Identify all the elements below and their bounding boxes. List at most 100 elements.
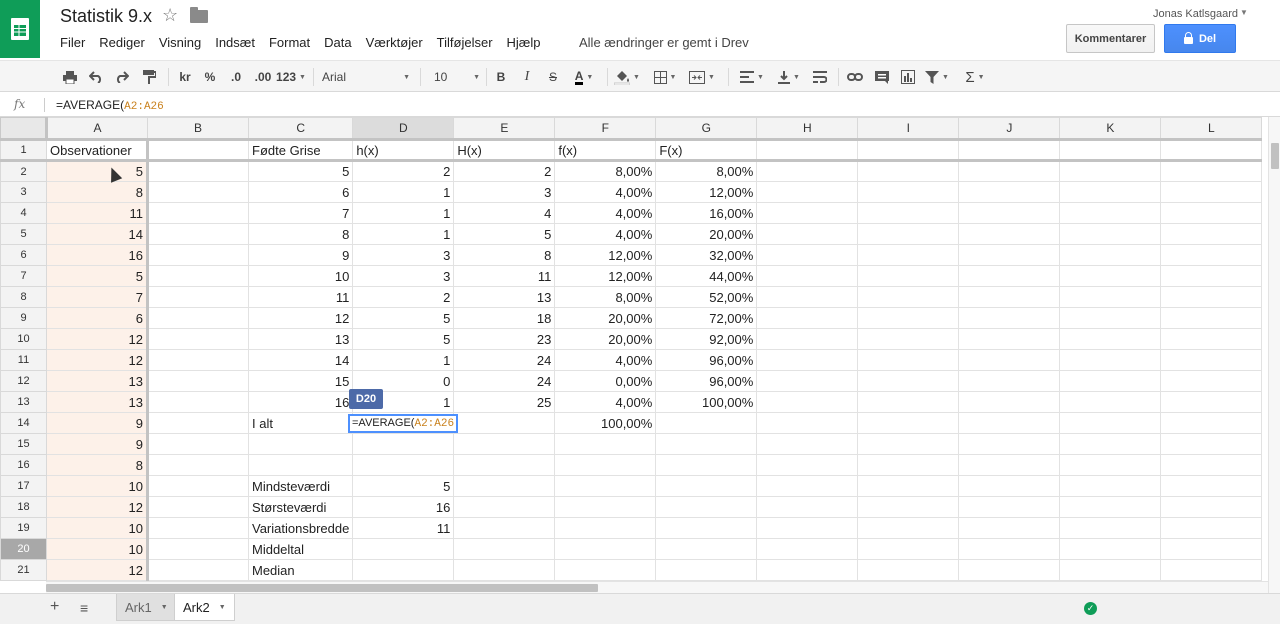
- cell-l10[interactable]: [1160, 328, 1263, 350]
- cell-c9[interactable]: 12: [247, 307, 354, 329]
- cell-g20[interactable]: [655, 538, 758, 560]
- cell-j5[interactable]: [958, 223, 1061, 245]
- cell-a3[interactable]: 8: [46, 181, 149, 203]
- row-header[interactable]: 12: [0, 370, 47, 392]
- cell-b15[interactable]: [147, 433, 249, 455]
- cell-g15[interactable]: [655, 433, 758, 455]
- cell-e16[interactable]: [453, 454, 556, 476]
- cell-a12[interactable]: 13: [46, 370, 149, 392]
- cell-f13[interactable]: 4,00%: [554, 391, 657, 413]
- menu-file[interactable]: Filer: [60, 35, 85, 51]
- cell-l2[interactable]: [1160, 160, 1263, 182]
- cell-l19[interactable]: [1160, 517, 1263, 539]
- cell-l8[interactable]: [1160, 286, 1263, 308]
- cell-k21[interactable]: [1059, 559, 1162, 581]
- font-family-dropdown[interactable]: Arial ▼: [322, 68, 410, 86]
- cell-c11[interactable]: 14: [247, 349, 354, 371]
- cell-e5[interactable]: 5: [453, 223, 556, 245]
- currency-format-button[interactable]: kr: [176, 68, 194, 86]
- cell-d15[interactable]: [352, 433, 455, 455]
- cell-l5[interactable]: [1160, 223, 1263, 245]
- align-left-icon[interactable]: ▼: [737, 68, 767, 86]
- merge-icon[interactable]: ▼: [686, 68, 718, 86]
- account-caret-icon[interactable]: ▼: [1240, 8, 1248, 17]
- cell-i20[interactable]: [857, 538, 960, 560]
- cell-a2[interactable]: 5: [46, 160, 149, 182]
- cell-d11[interactable]: 1: [352, 349, 455, 371]
- cell-i19[interactable]: [857, 517, 960, 539]
- cell-f21[interactable]: [554, 559, 657, 581]
- cell-a10[interactable]: 12: [46, 328, 149, 350]
- decrease-decimal-button[interactable]: .0: [226, 68, 246, 86]
- increase-decimal-button[interactable]: .00: [252, 68, 274, 86]
- column-header-e[interactable]: E: [453, 117, 556, 141]
- cell-f16[interactable]: [554, 454, 657, 476]
- cell-a17[interactable]: 10: [46, 475, 149, 497]
- cell-g16[interactable]: [655, 454, 758, 476]
- menu-format[interactable]: Format: [269, 35, 310, 51]
- horizontal-scrollbar[interactable]: [46, 581, 1268, 593]
- bold-button[interactable]: B: [492, 68, 510, 86]
- row-header[interactable]: 8: [0, 286, 47, 308]
- spreadsheet-grid[interactable]: ABCDEFGHIJKL 1 Observationer Fødte Grise h(…: [0, 117, 1268, 581]
- cell-h4[interactable]: [756, 202, 859, 224]
- cell-h8[interactable]: [756, 286, 859, 308]
- cell-j19[interactable]: [958, 517, 1061, 539]
- cell-f12[interactable]: 0,00%: [554, 370, 657, 392]
- cell-b14[interactable]: [147, 412, 249, 434]
- cell-i13[interactable]: [857, 391, 960, 413]
- cell-f10[interactable]: 20,00%: [554, 328, 657, 350]
- cell-j15[interactable]: [958, 433, 1061, 455]
- cell-k13[interactable]: [1059, 391, 1162, 413]
- column-header-h[interactable]: H: [756, 117, 859, 141]
- cell-g10[interactable]: 92,00%: [655, 328, 758, 350]
- cell-f8[interactable]: 8,00%: [554, 286, 657, 308]
- row-header[interactable]: 11: [0, 349, 47, 371]
- cell-b13[interactable]: [147, 391, 249, 413]
- cell-g12[interactable]: 96,00%: [655, 370, 758, 392]
- cell-i6[interactable]: [857, 244, 960, 266]
- column-header-k[interactable]: K: [1059, 117, 1162, 141]
- cell-i4[interactable]: [857, 202, 960, 224]
- cell-editor-input[interactable]: =AVERAGE(A2:A26: [348, 414, 458, 433]
- cell-e18[interactable]: [453, 496, 556, 518]
- cell-a5[interactable]: 14: [46, 223, 149, 245]
- column-header-b[interactable]: B: [147, 117, 249, 141]
- link-icon[interactable]: [845, 68, 865, 86]
- cell-g13[interactable]: 100,00%: [655, 391, 758, 413]
- star-icon[interactable]: ☆: [162, 5, 178, 26]
- cell-c1[interactable]: Fødte Grise: [247, 139, 354, 162]
- cell-k15[interactable]: [1059, 433, 1162, 455]
- cell-h16[interactable]: [756, 454, 859, 476]
- cell-e20[interactable]: [453, 538, 556, 560]
- cell-j18[interactable]: [958, 496, 1061, 518]
- cell-f19[interactable]: [554, 517, 657, 539]
- cell-b9[interactable]: [147, 307, 249, 329]
- cell-b11[interactable]: [147, 349, 249, 371]
- cell-i16[interactable]: [857, 454, 960, 476]
- column-header-l[interactable]: L: [1160, 117, 1263, 141]
- vertical-scrollbar[interactable]: [1268, 117, 1280, 593]
- cell-b5[interactable]: [147, 223, 249, 245]
- filter-icon[interactable]: ▼: [922, 68, 952, 86]
- row-header[interactable]: 18: [0, 496, 47, 518]
- row-header[interactable]: 13: [0, 391, 47, 413]
- cell-j21[interactable]: [958, 559, 1061, 581]
- cell-k8[interactable]: [1059, 286, 1162, 308]
- cell-c3[interactable]: 6: [247, 181, 354, 203]
- text-color-button[interactable]: A ▼: [568, 68, 600, 86]
- cell-k10[interactable]: [1059, 328, 1162, 350]
- cell-c14[interactable]: I alt: [247, 412, 354, 434]
- cell-a4[interactable]: 11: [46, 202, 149, 224]
- cell-e2[interactable]: 2: [453, 160, 556, 182]
- menu-tools[interactable]: Værktøjer: [366, 35, 423, 51]
- cell-i15[interactable]: [857, 433, 960, 455]
- cell-g14[interactable]: [655, 412, 758, 434]
- cell-d17[interactable]: 5: [352, 475, 455, 497]
- wrap-text-icon[interactable]: [810, 68, 830, 86]
- cell-f5[interactable]: 4,00%: [554, 223, 657, 245]
- cell-j12[interactable]: [958, 370, 1061, 392]
- cell-a13[interactable]: 13: [46, 391, 149, 413]
- cell-k3[interactable]: [1059, 181, 1162, 203]
- italic-button[interactable]: I: [518, 68, 536, 86]
